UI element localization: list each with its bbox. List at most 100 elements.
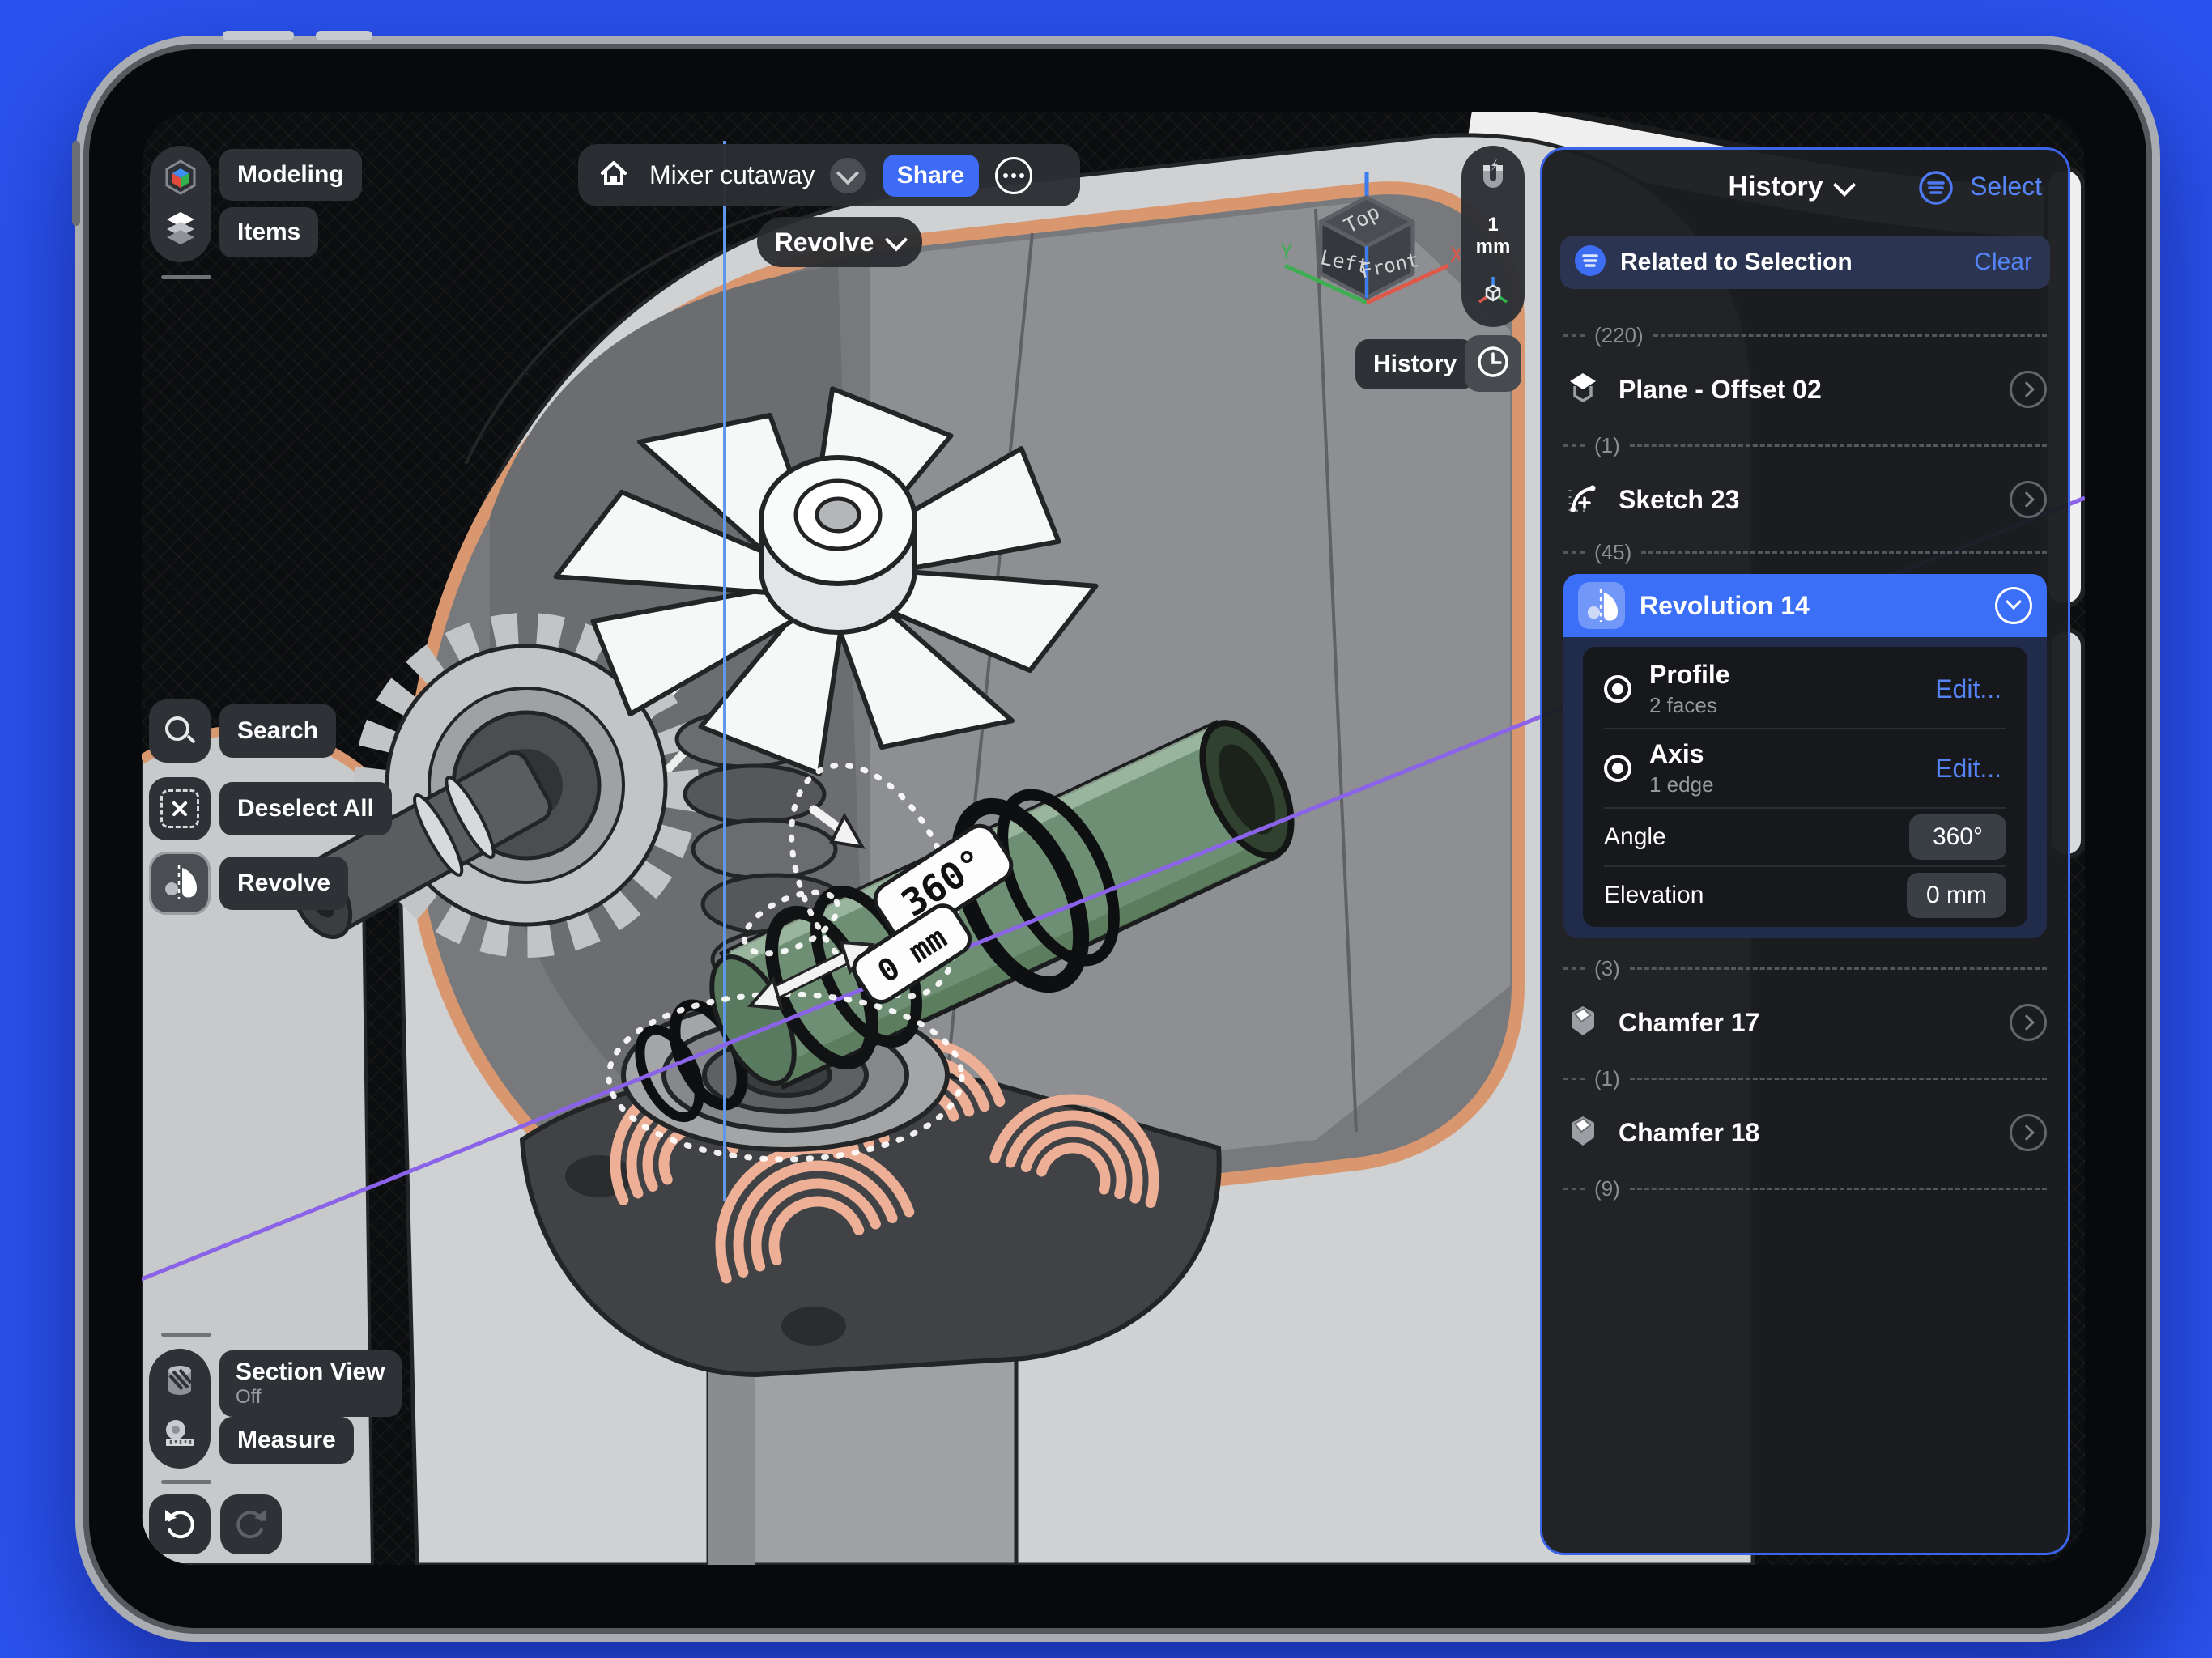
axes-cube-icon[interactable]	[1475, 274, 1511, 314]
elevation-label: Elevation	[1604, 882, 1907, 909]
angle-label: Angle	[1604, 823, 1909, 851]
fan-hub	[761, 457, 915, 632]
deselect-icon	[160, 789, 199, 828]
chamfer-icon	[1563, 1001, 1602, 1044]
search-button[interactable]	[149, 699, 211, 763]
more-options-icon[interactable]	[995, 157, 1032, 194]
history-item-plane[interactable]: Plane - Offset 02	[1563, 352, 2047, 427]
deselect-all-button[interactable]	[149, 777, 211, 840]
history-mode-dropdown[interactable]: History	[1729, 172, 1853, 203]
deselect-all-label[interactable]: Deselect All	[219, 782, 392, 835]
panel-title: History	[1729, 172, 1823, 203]
count-divider: (1)	[1563, 433, 2047, 457]
active-tool-label: Revolve	[775, 227, 874, 257]
x-axis-label: X	[1450, 244, 1460, 268]
count-divider: (1)	[1563, 1066, 2047, 1090]
clear-filter-button[interactable]: Clear	[1969, 248, 2037, 277]
revolve-icon	[161, 863, 198, 904]
history-tooltip-text: History	[1373, 351, 1457, 378]
section-view-icon[interactable]	[161, 1363, 198, 1404]
count-divider: (45)	[1563, 540, 2047, 564]
profile-label: Profile	[1649, 660, 1912, 690]
count-label: (220)	[1594, 323, 1644, 348]
collapse-icon[interactable]	[1995, 587, 2032, 624]
count-label: (1)	[1594, 1066, 1620, 1091]
scene: 360° 0 mm	[0, 0, 2212, 1658]
items-layers-icon[interactable]	[162, 209, 199, 250]
axis-row[interactable]: Axis 1 edge Edit...	[1583, 729, 2027, 807]
chevron-down-icon	[1833, 173, 1856, 196]
toolbar-divider-top	[161, 275, 211, 279]
view-cube[interactable]: Top Left Front Y X	[1274, 159, 1460, 345]
radio-icon	[1604, 675, 1631, 703]
history-item-chamfer17[interactable]: Chamfer 17	[1563, 985, 2047, 1060]
revolve-icon	[1578, 582, 1625, 629]
select-button[interactable]: Select	[1965, 171, 2047, 202]
title-dropdown-button[interactable]	[830, 158, 866, 193]
redo-button[interactable]	[220, 1494, 282, 1554]
section-view-label[interactable]: Section View Off	[219, 1350, 402, 1417]
measure-label[interactable]: Measure	[219, 1417, 354, 1464]
history-item-label: Sketch 23	[1619, 485, 1993, 515]
history-toggle-button[interactable]	[1465, 335, 1521, 392]
filter-badge-icon	[1573, 244, 1607, 282]
share-button[interactable]: Share	[883, 155, 979, 197]
active-tool-dropdown[interactable]: Revolve	[757, 217, 922, 267]
measure-label-text: Measure	[237, 1426, 336, 1454]
revolution-body: Profile 2 faces Edit... Axis	[1563, 637, 2047, 938]
panel-header: History Select	[1542, 150, 2068, 224]
items-label[interactable]: Items	[219, 207, 318, 257]
angle-row: Angle 360°	[1583, 809, 2027, 865]
deselect-all-label-text: Deselect All	[237, 795, 374, 823]
modeling-label[interactable]: Modeling	[219, 149, 362, 201]
home-icon[interactable]	[598, 157, 630, 193]
count-label: (1)	[1594, 433, 1620, 458]
chevron-right-icon[interactable]	[2010, 371, 2047, 408]
profile-row[interactable]: Profile 2 faces Edit...	[1583, 650, 2027, 728]
filter-icon[interactable]	[1917, 169, 1955, 206]
history-item-label: Chamfer 18	[1619, 1118, 1993, 1148]
revolve-label[interactable]: Revolve	[219, 857, 348, 910]
axis-detail: 1 edge	[1649, 772, 1912, 797]
filter-chip[interactable]: Related to Selection Clear	[1560, 236, 2050, 289]
chevron-right-icon[interactable]	[2010, 1004, 2047, 1041]
elevation-input[interactable]: 0 mm	[1907, 873, 2006, 918]
count-label: (9)	[1594, 1176, 1620, 1201]
undo-button[interactable]	[149, 1494, 211, 1554]
elevation-row: Elevation 0 mm	[1583, 867, 2027, 924]
history-item-label: Chamfer 17	[1619, 1008, 1993, 1038]
angle-input[interactable]: 360°	[1909, 814, 2006, 860]
axis-edit-button[interactable]: Edit...	[1930, 753, 2006, 784]
snap-pill[interactable]: 1 mm	[1461, 146, 1525, 327]
history-item-chamfer18[interactable]: Chamfer 18	[1563, 1095, 2047, 1170]
profile-detail: 2 faces	[1649, 693, 1912, 718]
volume-button-2	[316, 31, 372, 40]
toolbar-divider-bottom-1	[161, 1333, 211, 1337]
volume-button-1	[223, 31, 294, 40]
chevron-down-icon	[836, 162, 858, 185]
chevron-right-icon[interactable]	[2010, 1114, 2047, 1151]
modeling-label-text: Modeling	[237, 161, 344, 189]
chevron-down-icon	[885, 228, 908, 251]
measure-icon[interactable]	[161, 1414, 198, 1456]
history-item-sketch[interactable]: Sketch 23	[1563, 462, 2047, 537]
profile-edit-button[interactable]: Edit...	[1930, 674, 2006, 705]
document-title[interactable]: Mixer cutaway	[649, 160, 815, 190]
app-screen: 360° 0 mm	[142, 112, 2085, 1565]
search-label[interactable]: Search	[219, 704, 336, 758]
modeling-cube-icon[interactable]	[162, 159, 199, 200]
history-list: (220) Plane - Offset 02 (1)	[1542, 323, 2068, 1201]
tablet-device: 360° 0 mm	[75, 36, 2160, 1642]
radio-icon	[1604, 755, 1631, 782]
toolbar-divider-bottom-2	[161, 1480, 211, 1484]
history-tooltip: History	[1355, 339, 1474, 389]
revolution-title: Revolution 14	[1640, 591, 1980, 621]
chevron-right-icon[interactable]	[2010, 481, 2047, 518]
chamfer-icon	[1563, 1112, 1602, 1154]
axis-label: Axis	[1649, 739, 1912, 769]
count-divider: (9)	[1563, 1176, 2047, 1201]
magnet-icon[interactable]	[1475, 159, 1511, 197]
revolution-header[interactable]: Revolution 14	[1563, 574, 2047, 637]
search-label-text: Search	[237, 717, 318, 745]
revolve-tool-button[interactable]	[149, 852, 211, 915]
